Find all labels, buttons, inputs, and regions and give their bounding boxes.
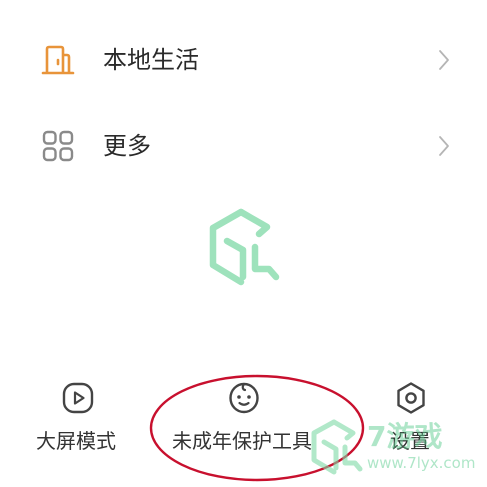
grid-icon xyxy=(42,130,74,162)
chevron-right-icon xyxy=(439,136,449,156)
settings-icon xyxy=(397,382,425,414)
minor-protection-tools-label: 未成年保护工具 xyxy=(172,429,312,453)
menu-row-label: 更多 xyxy=(103,132,151,160)
baby-face-icon xyxy=(229,382,259,414)
play-icon xyxy=(62,382,94,414)
big-screen-mode-button[interactable]: 大屏模式 xyxy=(30,376,130,466)
door-icon xyxy=(41,45,75,75)
menu-row-label: 本地生活 xyxy=(103,46,199,74)
menu-row-local-life[interactable]: 本地生活 xyxy=(0,30,487,90)
menu-row-more[interactable]: 更多 xyxy=(0,116,487,176)
minor-protection-tools-button[interactable]: 未成年保护工具 xyxy=(164,376,334,466)
settings-button[interactable]: 设置 xyxy=(380,376,460,466)
chevron-right-icon xyxy=(439,50,449,70)
big-screen-mode-label: 大屏模式 xyxy=(36,429,116,453)
settings-label: 设置 xyxy=(390,429,430,453)
watermark-logo-icon xyxy=(209,208,280,286)
